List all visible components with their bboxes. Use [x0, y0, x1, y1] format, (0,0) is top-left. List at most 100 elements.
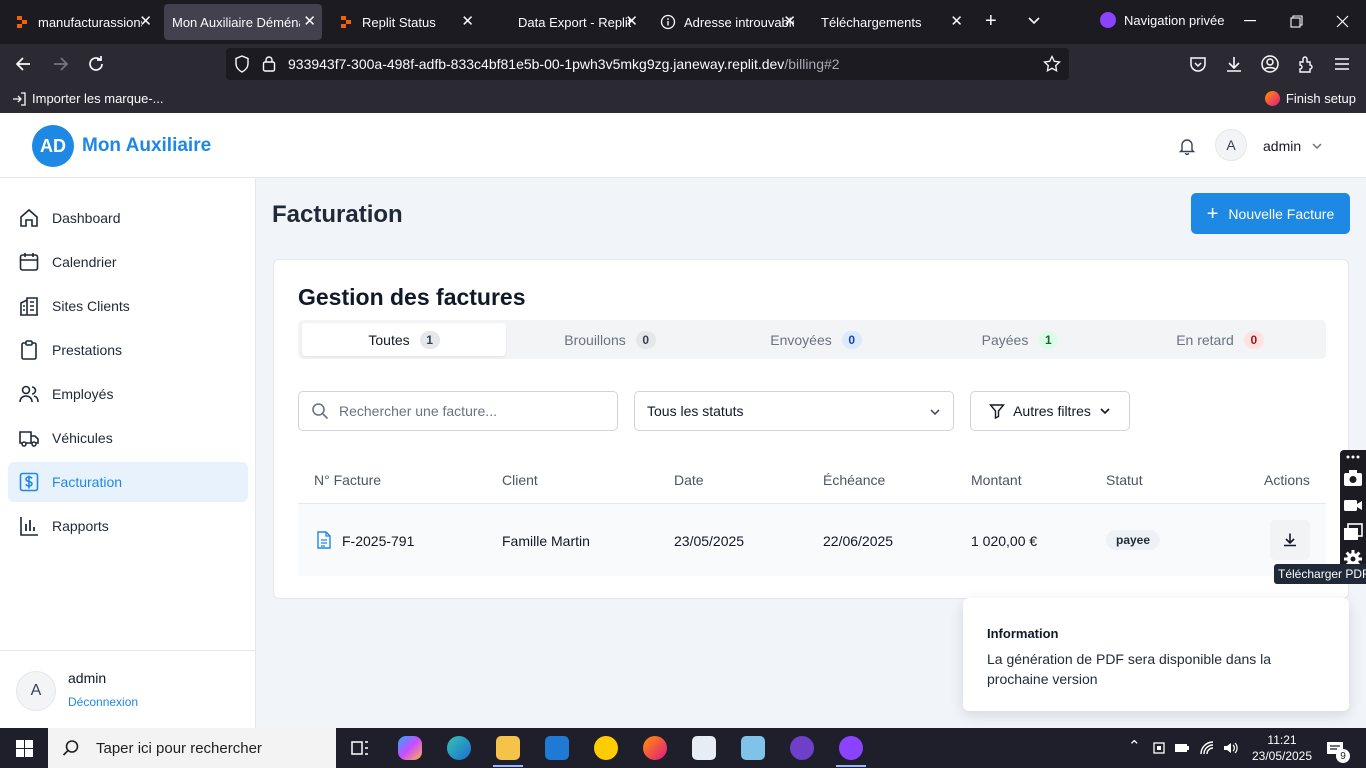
github-icon[interactable]: [790, 736, 814, 760]
taskbar-search[interactable]: Taper ici pour rechercher: [48, 728, 336, 768]
notification-count-badge: 9: [1336, 749, 1350, 763]
extensions-icon[interactable]: [1296, 54, 1316, 74]
info-toast[interactable]: Information La génération de PDF sera di…: [963, 598, 1349, 711]
firefox-icon: [1264, 91, 1280, 106]
mail-icon[interactable]: [545, 736, 569, 760]
logout-link[interactable]: Déconnexion: [68, 695, 138, 709]
url-host: 933943f7-300a-498f-adfb-833c4bf81e5b-00-…: [288, 56, 785, 72]
downloads-icon[interactable]: [1224, 54, 1244, 74]
import-bookmarks-link[interactable]: Importer les marque-...: [12, 91, 164, 106]
task-view-icon[interactable]: [348, 736, 372, 760]
close-tab-icon[interactable]: ✕: [625, 14, 638, 29]
table-row[interactable]: F-2025-791 Famille Martin 23/05/2025 22/…: [298, 504, 1326, 576]
download-pdf-button[interactable]: [1270, 520, 1310, 560]
sidebar-item-vehicules[interactable]: Véhicules: [8, 418, 248, 458]
restore-icon[interactable]: [1290, 15, 1303, 28]
browser-tab[interactable]: Replit Status ✕: [330, 4, 480, 40]
user-name[interactable]: admin: [1263, 138, 1301, 154]
minimize-icon[interactable]: [1244, 20, 1256, 22]
hamburger-menu-icon[interactable]: [1332, 54, 1352, 74]
column-header[interactable]: Date: [674, 472, 704, 488]
app-icon[interactable]: [741, 736, 765, 760]
app-logo[interactable]: AD: [32, 125, 74, 167]
tab-en-retard[interactable]: En retard 0: [1118, 323, 1322, 356]
sidebar-item-employes[interactable]: Employés: [8, 374, 248, 414]
wifi-icon[interactable]: [1199, 740, 1215, 756]
chevron-down-icon[interactable]: [1311, 140, 1323, 152]
download-icon: [1284, 533, 1296, 547]
finish-setup-link[interactable]: Finish setup: [1264, 91, 1356, 106]
pocket-icon[interactable]: [1188, 54, 1208, 74]
video-camera-icon[interactable]: [1343, 495, 1363, 515]
close-tab-icon[interactable]: ✕: [950, 14, 963, 29]
column-header[interactable]: Échéance: [823, 472, 885, 488]
column-header[interactable]: Montant: [971, 472, 1022, 488]
sidebar: Dashboard Calendrier Sites Clients Prest…: [0, 178, 256, 728]
chart-icon: [20, 517, 38, 536]
column-header[interactable]: Client: [502, 472, 538, 488]
user-avatar[interactable]: A: [1215, 129, 1247, 161]
firefox-private-icon[interactable]: [839, 736, 863, 760]
windows-start-icon[interactable]: [16, 740, 33, 757]
cpu-icon[interactable]: [1151, 740, 1167, 756]
reload-icon[interactable]: [86, 54, 106, 74]
dollar-icon: [19, 472, 39, 492]
copilot-icon[interactable]: [398, 736, 422, 760]
sidebar-item-facturation[interactable]: Facturation: [8, 462, 248, 502]
column-header[interactable]: Statut: [1106, 472, 1143, 488]
invoice-number[interactable]: F-2025-791: [342, 533, 414, 549]
bookmark-star-icon[interactable]: [1043, 55, 1061, 73]
back-arrow-icon[interactable]: [14, 54, 34, 74]
edge-browser-icon[interactable]: [447, 736, 471, 760]
battery-icon[interactable]: [1174, 740, 1190, 756]
file-explorer-icon[interactable]: [496, 736, 520, 760]
browser-tab[interactable]: Data Export - Replit ✕: [510, 4, 644, 40]
taskbar-clock[interactable]: 11:21 23/05/2025: [1250, 732, 1314, 764]
app-name[interactable]: Mon Auxiliaire: [82, 135, 211, 157]
browser-tab-active[interactable]: Mon Auxiliaire Déménag ✕: [164, 4, 322, 40]
search-box[interactable]: [298, 391, 618, 431]
count-badge: 0: [635, 330, 656, 349]
chevron-down-icon: [1100, 408, 1110, 415]
close-tab-icon[interactable]: ✕: [461, 14, 474, 29]
tab-envoyees[interactable]: Envoyées 0: [714, 323, 918, 356]
camera-icon[interactable]: [1343, 468, 1363, 488]
sidebar-item-rapports[interactable]: Rapports: [8, 506, 248, 546]
column-header[interactable]: N° Facture: [314, 472, 381, 488]
sidebar-item-calendrier[interactable]: Calendrier: [8, 242, 248, 282]
tab-toutes[interactable]: Toutes 1: [302, 323, 506, 356]
new-tab-icon[interactable]: +: [985, 10, 997, 33]
close-tab-icon[interactable]: ✕: [139, 14, 152, 29]
forward-arrow-icon[interactable]: [50, 54, 70, 74]
tab-payees[interactable]: Payées 1: [918, 323, 1122, 356]
search-icon: [312, 403, 329, 420]
browser-tab[interactable]: Téléchargements ✕: [813, 4, 969, 40]
more-icon[interactable]: [1343, 452, 1363, 462]
lock-icon[interactable]: [262, 55, 276, 72]
notification-bell-icon[interactable]: [1178, 137, 1196, 155]
norton-icon[interactable]: [594, 736, 618, 760]
speaker-icon[interactable]: [1222, 740, 1238, 756]
clock-time: 11:21: [1267, 733, 1297, 747]
status-select[interactable]: Tous les statuts: [634, 391, 954, 431]
tab-brouillons[interactable]: Brouillons 0: [508, 323, 712, 356]
close-tab-icon[interactable]: ✕: [783, 14, 796, 29]
browser-tab[interactable]: manufacturassions ✕: [6, 4, 158, 40]
search-input[interactable]: [339, 403, 599, 419]
notepad-icon[interactable]: [692, 736, 716, 760]
sidebar-item-dashboard[interactable]: Dashboard: [8, 198, 248, 238]
url-bar[interactable]: 933943f7-300a-498f-adfb-833c4bf81e5b-00-…: [226, 48, 1069, 80]
sidebar-item-prestations[interactable]: Prestations: [8, 330, 248, 370]
new-invoice-button[interactable]: + Nouvelle Facture: [1191, 193, 1350, 234]
more-filters-button[interactable]: Autres filtres: [970, 391, 1130, 431]
firefox-icon[interactable]: [643, 736, 667, 760]
browser-tab[interactable]: Adresse introuvable ✕: [652, 4, 802, 40]
windows-icon[interactable]: [1343, 522, 1363, 542]
chevron-down-icon[interactable]: [1027, 16, 1041, 26]
account-icon[interactable]: [1260, 54, 1280, 74]
chevron-up-icon[interactable]: ⌃: [1128, 737, 1144, 755]
shield-icon[interactable]: [234, 55, 250, 73]
close-window-icon[interactable]: [1336, 15, 1349, 28]
close-tab-icon[interactable]: ✕: [303, 14, 316, 29]
sidebar-item-sites-clients[interactable]: Sites Clients: [8, 286, 248, 326]
